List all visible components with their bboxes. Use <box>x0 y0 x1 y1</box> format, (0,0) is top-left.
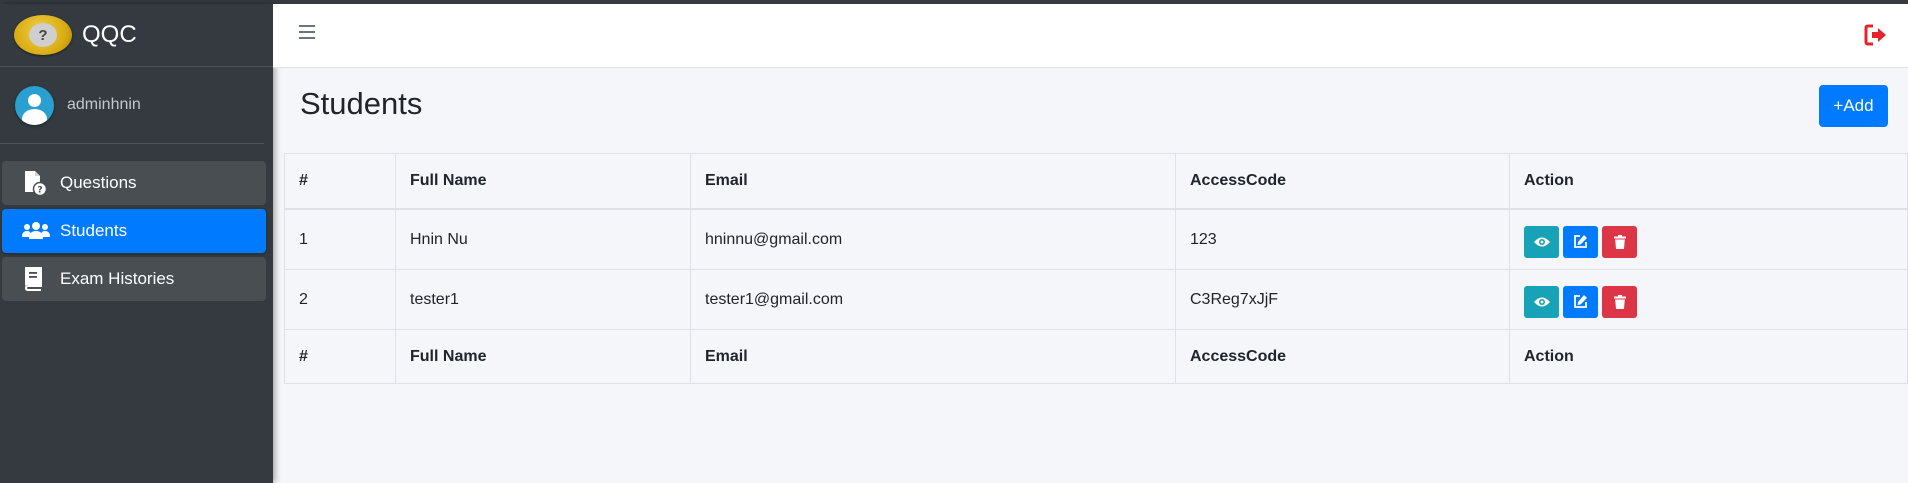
table-header-row: # Full Name Email AccessCode Action <box>284 153 1908 210</box>
brand-text: QQC <box>82 21 137 48</box>
table-footer-row: # Full Name Email AccessCode Action <box>284 329 1908 384</box>
eye-icon <box>1533 297 1550 306</box>
users-icon <box>22 218 50 244</box>
edit-button[interactable] <box>1563 285 1598 318</box>
cell-num: 2 <box>284 269 396 330</box>
sidebar-item-label: Students <box>60 221 128 240</box>
view-button[interactable] <box>1524 225 1559 258</box>
edit-button[interactable] <box>1563 225 1598 258</box>
edit-icon <box>1574 295 1587 308</box>
sign-out-icon[interactable] <box>1864 24 1888 51</box>
sidebar-item-label: Exam Histories <box>60 269 175 288</box>
column-footer: AccessCode <box>1175 329 1510 384</box>
svg-text:?: ? <box>37 186 42 196</box>
trash-icon <box>1613 234 1626 249</box>
main-content: Students +Add # Full Name Email AccessCo… <box>273 68 1908 483</box>
column-footer: Email <box>690 329 1176 384</box>
brand-logo: ? <box>14 15 72 55</box>
cell-full-name: tester1 <box>395 269 691 330</box>
question-mark-icon: ? <box>29 23 57 47</box>
cell-email: hninnu@gmail.com <box>690 208 1176 270</box>
user-name[interactable]: adminhnin <box>67 96 141 114</box>
cell-full-name: Hnin Nu <box>395 208 691 270</box>
cell-access-code: C3Reg7xJjF <box>1175 269 1510 330</box>
edit-icon <box>1574 235 1587 248</box>
column-footer: Action <box>1509 329 1908 384</box>
delete-button[interactable] <box>1602 285 1637 318</box>
column-header[interactable]: Email <box>690 153 1176 210</box>
avatar <box>15 85 54 125</box>
trash-icon <box>1613 294 1626 309</box>
sidebar-nav: ? Questions Students Exam Histories <box>0 144 273 301</box>
table-row: 2 tester1 tester1@gmail.com C3Reg7xJjF <box>284 269 1908 330</box>
user-panel[interactable]: adminhnin <box>0 67 264 144</box>
cell-actions <box>1509 208 1908 270</box>
view-button[interactable] <box>1524 285 1559 318</box>
column-header[interactable]: # <box>284 153 396 210</box>
column-footer: Full Name <box>395 329 691 384</box>
column-footer: # <box>284 329 396 384</box>
question-file-icon: ? <box>22 170 50 196</box>
cell-num: 1 <box>284 208 396 270</box>
add-student-button[interactable]: +Add <box>1819 85 1888 127</box>
column-header[interactable]: Full Name <box>395 153 691 210</box>
hamburger-icon[interactable] <box>299 25 315 39</box>
sidebar-item-questions[interactable]: ? Questions <box>2 161 266 205</box>
delete-button[interactable] <box>1602 225 1637 258</box>
sidebar-item-exam-histories[interactable]: Exam Histories <box>2 257 266 301</box>
column-header: Action <box>1509 153 1908 210</box>
cell-email: tester1@gmail.com <box>690 269 1176 330</box>
column-header[interactable]: AccessCode <box>1175 153 1510 210</box>
sidebar-item-label: Questions <box>60 173 137 192</box>
students-table: # Full Name Email AccessCode Action 1 Hn… <box>284 153 1908 384</box>
top-navbar <box>273 4 1908 68</box>
book-icon <box>22 266 50 292</box>
sidebar-item-students[interactable]: Students <box>2 209 266 253</box>
cell-access-code: 123 <box>1175 208 1510 270</box>
cell-actions <box>1509 269 1908 330</box>
page-title: Students <box>300 86 423 121</box>
table-row: 1 Hnin Nu hninnu@gmail.com 123 <box>284 208 1908 270</box>
sidebar: ? QQC adminhnin ? Questions Students Exa… <box>0 4 273 483</box>
brand[interactable]: ? QQC <box>0 4 273 67</box>
eye-icon <box>1533 237 1550 246</box>
